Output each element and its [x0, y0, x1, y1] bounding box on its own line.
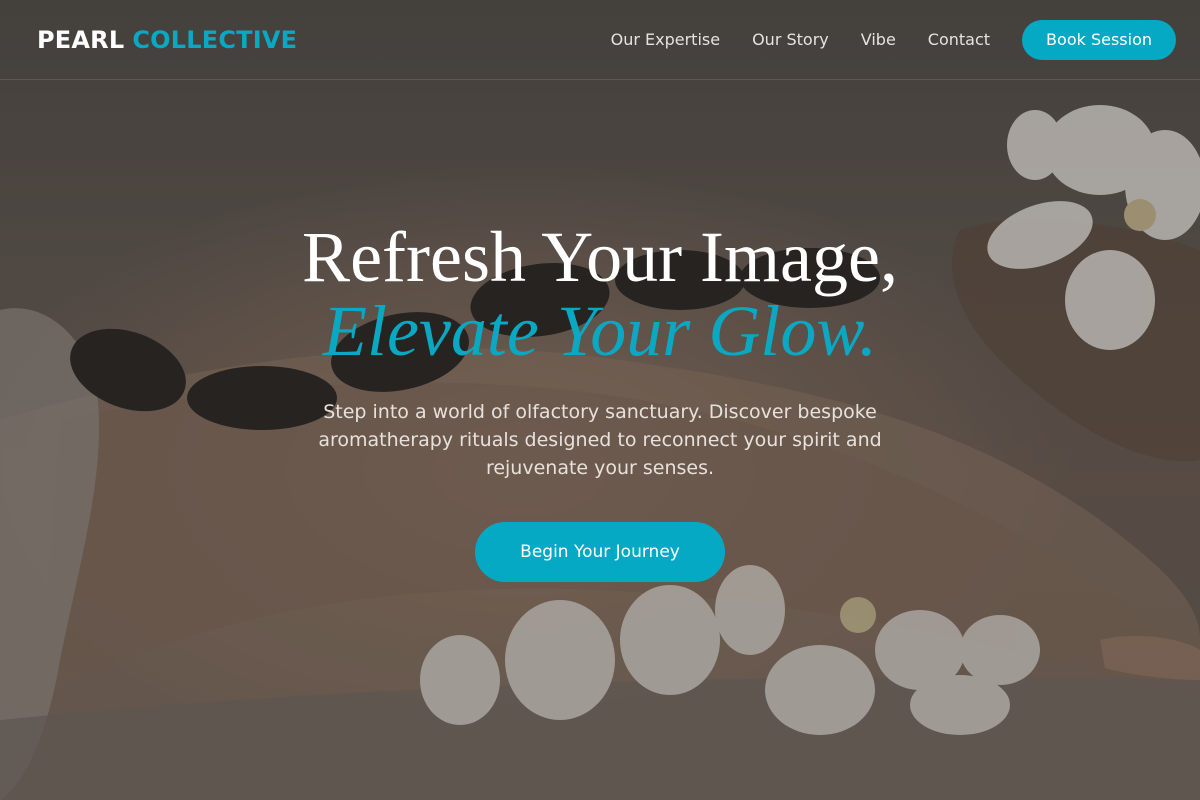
- hero-headline-line1: Refresh Your Image,: [302, 217, 898, 297]
- site-header: PEARL COLLECTIVE Our Expertise Our Story…: [0, 0, 1200, 80]
- main-nav: Our Expertise Our Story Vibe Contact Boo…: [611, 19, 1176, 60]
- nav-link-our-story[interactable]: Our Story: [752, 30, 829, 49]
- hero-headline-line2: Elevate Your Glow.: [323, 291, 877, 371]
- nav-link-our-expertise[interactable]: Our Expertise: [611, 30, 720, 49]
- brand-logo[interactable]: PEARL COLLECTIVE: [37, 26, 297, 54]
- hero-subtitle: Step into a world of olfactory sanctuary…: [318, 401, 882, 479]
- book-session-button[interactable]: Book Session: [1022, 19, 1176, 60]
- nav-link-vibe[interactable]: Vibe: [861, 30, 896, 49]
- begin-journey-button[interactable]: Begin Your Journey: [475, 522, 725, 582]
- brand-name-part2: COLLECTIVE: [132, 25, 298, 54]
- hero-headline: Refresh Your Image, Elevate Your Glow.: [0, 220, 1200, 368]
- nav-link-contact[interactable]: Contact: [928, 30, 990, 49]
- hero-content: Refresh Your Image, Elevate Your Glow. S…: [0, 220, 1200, 582]
- brand-name-part1: PEARL: [37, 25, 125, 54]
